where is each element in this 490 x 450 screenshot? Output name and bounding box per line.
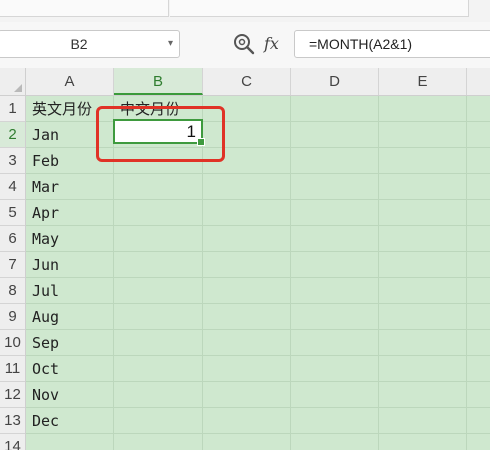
cell-a1[interactable]: 英文月份 — [32, 96, 92, 122]
row-header[interactable]: 10 — [0, 330, 25, 356]
gridline — [26, 173, 490, 174]
row-header[interactable]: 5 — [0, 200, 25, 226]
row-header[interactable]: 9 — [0, 304, 25, 330]
cell-a9[interactable]: Aug — [32, 304, 59, 330]
row-header[interactable]: 4 — [0, 174, 25, 200]
gridline — [26, 329, 490, 330]
cell-a6[interactable]: May — [32, 226, 59, 252]
gridline — [26, 277, 490, 278]
cell-a2[interactable]: Jan — [32, 122, 59, 148]
cell-a4[interactable]: Mar — [32, 174, 59, 200]
row-header[interactable]: 7 — [0, 252, 25, 278]
row-header[interactable]: 1 — [0, 96, 25, 122]
name-box[interactable]: B2 ▾ — [0, 30, 180, 58]
toolbar-segment — [170, 0, 469, 17]
gridline — [26, 355, 490, 356]
spreadsheet-grid: A B C D E 1 2 3 4 5 6 7 8 9 10 11 12 13 … — [0, 68, 490, 450]
row-header[interactable]: 12 — [0, 382, 25, 408]
gridline — [26, 381, 490, 382]
gridline — [26, 199, 490, 200]
cell-a5[interactable]: Apr — [32, 200, 59, 226]
cell-a10[interactable]: Sep — [32, 330, 59, 356]
column-header-c[interactable]: C — [203, 68, 291, 95]
gridline — [290, 96, 291, 450]
gridline — [26, 407, 490, 408]
gridline — [378, 96, 379, 450]
row-header[interactable]: 2 — [0, 122, 25, 148]
row-header[interactable]: 11 — [0, 356, 25, 382]
gridline — [26, 251, 490, 252]
formula-bar: B2 ▾ fx =MONTH(A2&1) — [0, 22, 490, 69]
top-toolbar-strip — [0, 0, 490, 23]
cell-a12[interactable]: Nov — [32, 382, 59, 408]
cell-a8[interactable]: Jul — [32, 278, 59, 304]
annotation-highlight-box — [96, 106, 225, 162]
gridline — [466, 96, 467, 450]
cell-a7[interactable]: Jun — [32, 252, 59, 278]
column-header-e[interactable]: E — [379, 68, 467, 95]
select-all-corner[interactable] — [0, 68, 26, 95]
row-header[interactable]: 8 — [0, 278, 25, 304]
formula-input[interactable]: =MONTH(A2&1) — [294, 30, 490, 58]
column-header-d[interactable]: D — [291, 68, 379, 95]
column-header-bar: A B C D E — [0, 68, 490, 96]
toolbar-segment — [0, 0, 169, 17]
cell-a13[interactable]: Dec — [32, 408, 59, 434]
gridline — [26, 303, 490, 304]
select-all-triangle-icon — [14, 84, 22, 92]
row-header[interactable]: 3 — [0, 148, 25, 174]
gridline — [26, 433, 490, 434]
fx-icon[interactable]: fx — [264, 31, 279, 57]
cell-a3[interactable]: Feb — [32, 148, 59, 174]
name-box-value: B2 — [70, 36, 88, 52]
column-header-b[interactable]: B — [114, 68, 203, 95]
name-box-dropdown-icon[interactable]: ▾ — [168, 31, 173, 57]
row-header-bar: 1 2 3 4 5 6 7 8 9 10 11 12 13 14 — [0, 96, 26, 450]
row-header[interactable]: 14 — [0, 434, 25, 450]
zoom-icon[interactable] — [233, 33, 255, 55]
column-header-a[interactable]: A — [26, 68, 114, 95]
row-header[interactable]: 13 — [0, 408, 25, 434]
gridline — [26, 225, 490, 226]
cell-a11[interactable]: Oct — [32, 356, 59, 382]
row-header[interactable]: 6 — [0, 226, 25, 252]
